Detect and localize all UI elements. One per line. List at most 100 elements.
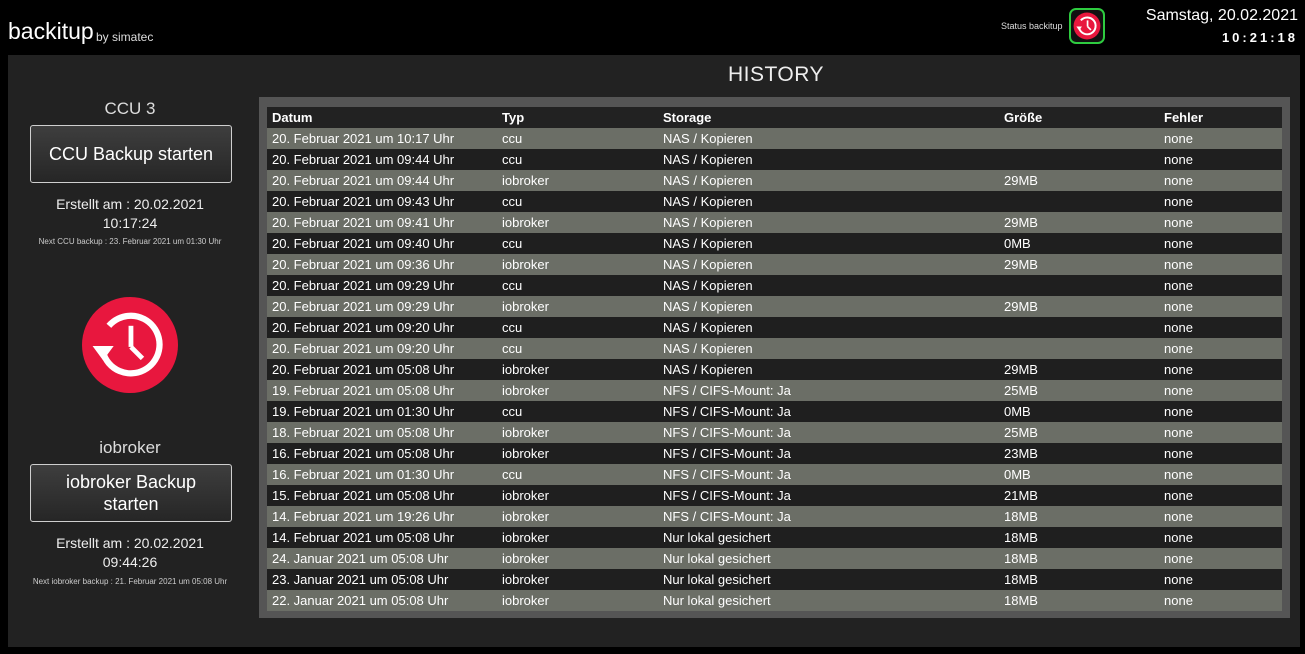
cell-groesse	[999, 191, 1159, 212]
cell-storage: NAS / Kopieren	[658, 254, 999, 275]
table-row: 22. Januar 2021 um 05:08 Uhr iobroker Nur …	[267, 590, 1282, 611]
cell-fehler: none	[1159, 401, 1282, 422]
cell-fehler: none	[1159, 275, 1282, 296]
status-backitup-button[interactable]	[1069, 8, 1105, 44]
left-column: CCU 3 CCU Backup starten Erstellt am : 2…	[8, 55, 252, 647]
cell-groesse: 29MB	[999, 212, 1159, 233]
table-row: 20. Februar 2021 um 09:36 Uhr iobroker NAS…	[267, 254, 1282, 275]
cell-fehler: none	[1159, 569, 1282, 590]
cell-typ: ccu	[497, 464, 658, 485]
cell-groesse: 29MB	[999, 254, 1159, 275]
cell-datum: 20. Februar 2021 um 09:20 Uhr	[267, 317, 497, 338]
table-row: 20. Februar 2021 um 09:41 Uhr iobroker NAS…	[267, 212, 1282, 233]
cell-groesse: 0MB	[999, 233, 1159, 254]
cell-fehler: none	[1159, 464, 1282, 485]
app-subtitle: by simatec	[96, 30, 154, 44]
table-row: 23. Januar 2021 um 05:08 Uhr iobroker Nur …	[267, 569, 1282, 590]
history-table: Datum Typ Storage Größe Fehler 20. Febru…	[267, 107, 1282, 611]
history-table-container: Datum Typ Storage Größe Fehler 20. Febru…	[259, 97, 1290, 618]
cell-fehler: none	[1159, 359, 1282, 380]
cell-groesse: 0MB	[999, 464, 1159, 485]
column-header-storage: Storage	[658, 107, 999, 128]
table-row: 20. Februar 2021 um 09:44 Uhr iobroker NAS…	[267, 170, 1282, 191]
cell-datum: 19. Februar 2021 um 05:08 Uhr	[267, 380, 497, 401]
current-date: Samstag, 20.02.2021	[1145, 7, 1298, 24]
history-restore-icon	[82, 297, 178, 393]
cell-groesse	[999, 338, 1159, 359]
table-row: 20. Februar 2021 um 09:40 Uhr ccu NAS / Ko…	[267, 233, 1282, 254]
ccu-created-date: Erstellt am : 20.02.2021	[56, 196, 204, 212]
iobroker-created-date: Erstellt am : 20.02.2021	[56, 535, 204, 551]
cell-storage: Nur lokal gesichert	[658, 548, 999, 569]
cell-groesse: 29MB	[999, 296, 1159, 317]
cell-storage: Nur lokal gesichert	[658, 569, 999, 590]
column-header-datum: Datum	[267, 107, 497, 128]
cell-storage: NFS / CIFS-Mount: Ja	[658, 422, 999, 443]
cell-storage: Nur lokal gesichert	[658, 590, 999, 611]
cell-typ: iobroker	[497, 422, 658, 443]
cell-storage: NAS / Kopieren	[658, 317, 999, 338]
cell-fehler: none	[1159, 485, 1282, 506]
ccu-backup-button[interactable]: CCU Backup starten	[30, 125, 232, 183]
cell-storage: NAS / Kopieren	[658, 191, 999, 212]
cell-typ: ccu	[497, 149, 658, 170]
cell-groesse	[999, 128, 1159, 149]
cell-typ: ccu	[497, 128, 658, 149]
table-row: 20. Februar 2021 um 09:20 Uhr ccu NAS / Ko…	[267, 338, 1282, 359]
cell-typ: iobroker	[497, 443, 658, 464]
column-header-fehler: Fehler	[1159, 107, 1282, 128]
cell-typ: iobroker	[497, 506, 658, 527]
ccu-next-backup: Next CCU backup : 23. Februar 2021 um 01…	[38, 237, 222, 246]
cell-typ: ccu	[497, 233, 658, 254]
ccu-title: CCU 3	[104, 99, 156, 118]
cell-groesse: 25MB	[999, 380, 1159, 401]
cell-groesse: 21MB	[999, 485, 1159, 506]
cell-fehler: none	[1159, 296, 1282, 317]
current-time: 10:21:18	[1221, 30, 1298, 45]
cell-groesse: 18MB	[999, 548, 1159, 569]
iobroker-backup-button[interactable]: iobroker Backup starten	[30, 464, 232, 522]
table-header-row: Datum Typ Storage Größe Fehler	[267, 107, 1282, 128]
iobroker-next-backup: Next iobroker backup : 21. Februar 2021 …	[32, 577, 228, 586]
cell-typ: iobroker	[497, 254, 658, 275]
cell-fehler: none	[1159, 212, 1282, 233]
cell-typ: ccu	[497, 275, 658, 296]
cell-datum: 19. Februar 2021 um 01:30 Uhr	[267, 401, 497, 422]
cell-datum: 14. Februar 2021 um 05:08 Uhr	[267, 527, 497, 548]
cell-datum: 16. Februar 2021 um 05:08 Uhr	[267, 443, 497, 464]
cell-storage: NFS / CIFS-Mount: Ja	[658, 506, 999, 527]
table-row: 15. Februar 2021 um 05:08 Uhr iobroker NFS…	[267, 485, 1282, 506]
cell-fehler: none	[1159, 170, 1282, 191]
history-table-body: 20. Februar 2021 um 10:17 Uhr ccu NAS / Ko…	[267, 128, 1282, 611]
table-row: 18. Februar 2021 um 05:08 Uhr iobroker NFS…	[267, 422, 1282, 443]
cell-groesse: 18MB	[999, 569, 1159, 590]
iobroker-backup-button-label: iobroker Backup starten	[65, 472, 197, 514]
table-row: 20. Februar 2021 um 10:17 Uhr ccu NAS / Ko…	[267, 128, 1282, 149]
cell-datum: 20. Februar 2021 um 10:17 Uhr	[267, 128, 497, 149]
history-panel: HISTORY Datum Typ Storage Größe Fehler 2…	[252, 55, 1300, 647]
cell-fehler: none	[1159, 191, 1282, 212]
cell-storage: NAS / Kopieren	[658, 212, 999, 233]
cell-datum: 20. Februar 2021 um 09:44 Uhr	[267, 149, 497, 170]
cell-typ: iobroker	[497, 380, 658, 401]
main-panel: CCU 3 CCU Backup starten Erstellt am : 2…	[8, 55, 1300, 647]
cell-typ: ccu	[497, 338, 658, 359]
cell-groesse	[999, 275, 1159, 296]
table-row: 14. Februar 2021 um 19:26 Uhr iobroker NFS…	[267, 506, 1282, 527]
cell-groesse	[999, 317, 1159, 338]
table-row: 20. Februar 2021 um 09:20 Uhr ccu NAS / Ko…	[267, 317, 1282, 338]
cell-datum: 22. Januar 2021 um 05:08 Uhr	[267, 590, 497, 611]
cell-groesse: 18MB	[999, 506, 1159, 527]
cell-storage: NAS / Kopieren	[658, 149, 999, 170]
cell-groesse: 29MB	[999, 359, 1159, 380]
cell-datum: 20. Februar 2021 um 09:36 Uhr	[267, 254, 497, 275]
table-row: 16. Februar 2021 um 01:30 Uhr ccu NFS / CI…	[267, 464, 1282, 485]
cell-storage: NAS / Kopieren	[658, 296, 999, 317]
cell-fehler: none	[1159, 149, 1282, 170]
table-row: 20. Februar 2021 um 09:44 Uhr ccu NAS / Ko…	[267, 149, 1282, 170]
cell-fehler: none	[1159, 590, 1282, 611]
app-title: backitup	[8, 18, 94, 44]
top-bar: backitup by simatec Status backitup Sams…	[0, 0, 1305, 52]
cell-storage: NAS / Kopieren	[658, 359, 999, 380]
column-header-typ: Typ	[497, 107, 658, 128]
